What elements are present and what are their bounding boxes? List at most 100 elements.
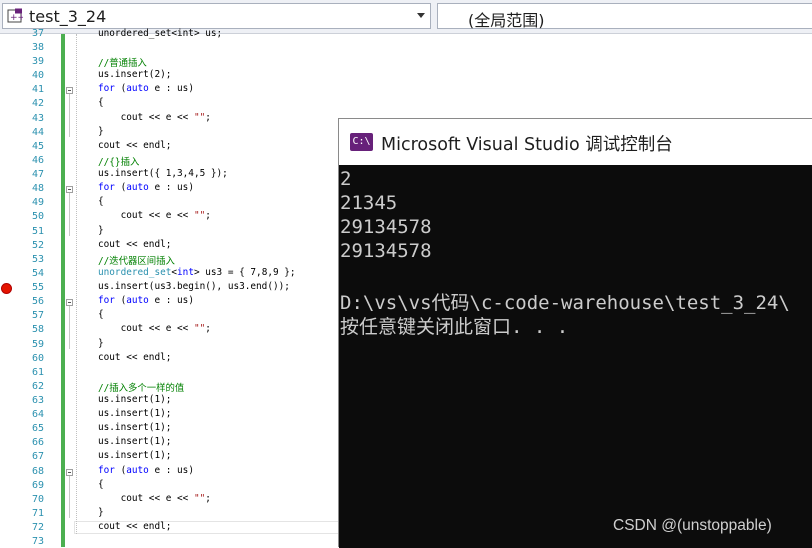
code-token: int [177,266,194,278]
line-number: 39 [31,56,44,68]
line-number: 60 [31,352,44,364]
code-line[interactable]: us.insert(1); [98,422,171,433]
collapse-icon[interactable] [66,87,73,95]
code-line[interactable]: } [98,507,104,518]
code-token: ; [205,111,211,123]
code-line[interactable]: //插入多个一样的值 [98,380,184,394]
code-line[interactable]: } [98,126,104,137]
line-number: 70 [31,493,44,505]
line-number: 69 [31,479,44,491]
code-line[interactable]: us.insert(1); [98,394,171,405]
code-line[interactable]: { [98,309,104,320]
code-token: "" [193,111,206,123]
code-token: us.insert({ 1,3,4,5 }); [98,168,228,180]
collapse-icon[interactable] [66,186,73,194]
line-number: 59 [31,338,44,350]
code-token: cout << endl; [98,351,172,363]
code-line[interactable]: cout << endl; [98,239,171,250]
code-line[interactable]: { [98,97,104,108]
code-token: us.insert(1); [98,422,172,434]
code-line[interactable]: { [98,196,104,207]
code-line[interactable]: us.insert({ 1,3,4,5 }); [98,168,228,179]
console-output-line: 21345 [340,192,398,214]
line-number: 56 [31,296,44,308]
code-token: e : us) [148,83,194,95]
fold-guide [69,306,70,349]
code-line[interactable]: us.insert(2); [98,69,171,80]
debug-console-window[interactable]: C:\ Microsoft Visual Studio 调试控制台 CSDN @… [338,118,812,548]
code-line[interactable]: cout << e << ""; [98,493,211,504]
code-token: ( [114,83,127,95]
code-token: //{}插入 [98,156,140,168]
code-token: auto [126,295,149,307]
svg-text:++: ++ [10,13,23,23]
code-line[interactable]: us.insert(us3.begin(), us3.end()); [98,281,290,292]
line-number: 42 [31,98,44,110]
code-line[interactable]: cout << e << ""; [98,112,211,123]
breakpoint-icon[interactable] [1,283,12,295]
code-line[interactable]: //{}插入 [98,154,139,168]
code-token: { [98,309,104,321]
breakpoint-margin[interactable] [0,34,12,547]
code-line[interactable]: for (auto e : us) [98,465,194,476]
line-number: 62 [31,380,44,392]
code-token: for [98,464,115,476]
console-title-bar[interactable]: C:\ Microsoft Visual Studio 调试控制台 [339,119,812,165]
code-token: us.insert(1); [98,394,172,405]
code-line[interactable]: cout << endl; [98,140,171,151]
code-line[interactable]: us.insert(1); [98,408,171,419]
code-token: //迭代器区间插入 [98,255,175,267]
code-token: e : us) [148,464,194,476]
code-line[interactable]: unordered_set<int> us3 = { 7,8,9 }; [98,267,296,278]
code-token: us.insert(1); [98,436,172,448]
code-line[interactable]: for (auto e : us) [98,182,194,193]
code-line[interactable]: cout << e << ""; [98,210,211,221]
line-number: 45 [31,140,44,152]
code-token: auto [126,182,149,194]
chevron-down-icon[interactable] [417,13,425,18]
code-token: e : us) [148,295,194,307]
scope-dropdown[interactable]: (全局范围) [437,3,812,30]
code-token: } [98,506,104,518]
code-token: cout << endl; [98,238,172,250]
code-line[interactable]: } [98,225,104,236]
line-number: 47 [31,169,44,181]
line-number: 41 [31,84,44,96]
console-title: Microsoft Visual Studio 调试控制台 [381,135,673,155]
code-token: ( [114,464,127,476]
line-number: 38 [31,42,44,53]
project-dropdown[interactable]: ++ test_3_24 [2,3,431,29]
code-line[interactable]: //普通插入 [98,55,147,69]
collapse-icon[interactable] [66,468,73,476]
project-dropdown-label: test_3_24 [29,7,107,26]
code-line[interactable]: //迭代器区间插入 [98,253,175,267]
line-number: 55 [31,282,44,294]
fold-guide [69,475,70,518]
indent-guide [76,34,77,534]
code-line[interactable]: cout << endl; [98,521,171,532]
console-output-line: D:\vs\vs代码\c-code-warehouse\test_3_24\ [340,292,790,314]
line-number: 44 [31,126,44,138]
code-token: for [98,182,115,194]
code-token: unordered_set [98,266,172,278]
console-output-line: 29134578 [340,240,432,262]
code-token: { [98,97,104,109]
line-number: 65 [31,423,44,435]
code-line[interactable]: for (auto e : us) [98,295,194,306]
code-line[interactable]: us.insert(1); [98,450,171,461]
code-line[interactable]: cout << endl; [98,352,171,363]
console-output-line: 2 [340,168,352,190]
code-line[interactable]: cout << e << ""; [98,323,211,334]
console-output[interactable]: CSDN @(unstoppable) 2 21345 29134578 291345… [339,165,812,548]
code-line[interactable]: us.insert(1); [98,436,171,447]
code-token: us.insert(1); [98,450,172,462]
collapse-icon[interactable] [66,299,73,307]
line-number: 53 [31,253,44,265]
code-line[interactable]: for (auto e : us) [98,83,194,94]
code-token: for [98,83,115,95]
line-number: 71 [31,507,44,519]
code-token: { [98,478,104,490]
code-token: cout << endl; [98,139,172,151]
code-line[interactable]: } [98,338,104,349]
code-line[interactable]: { [98,479,104,490]
